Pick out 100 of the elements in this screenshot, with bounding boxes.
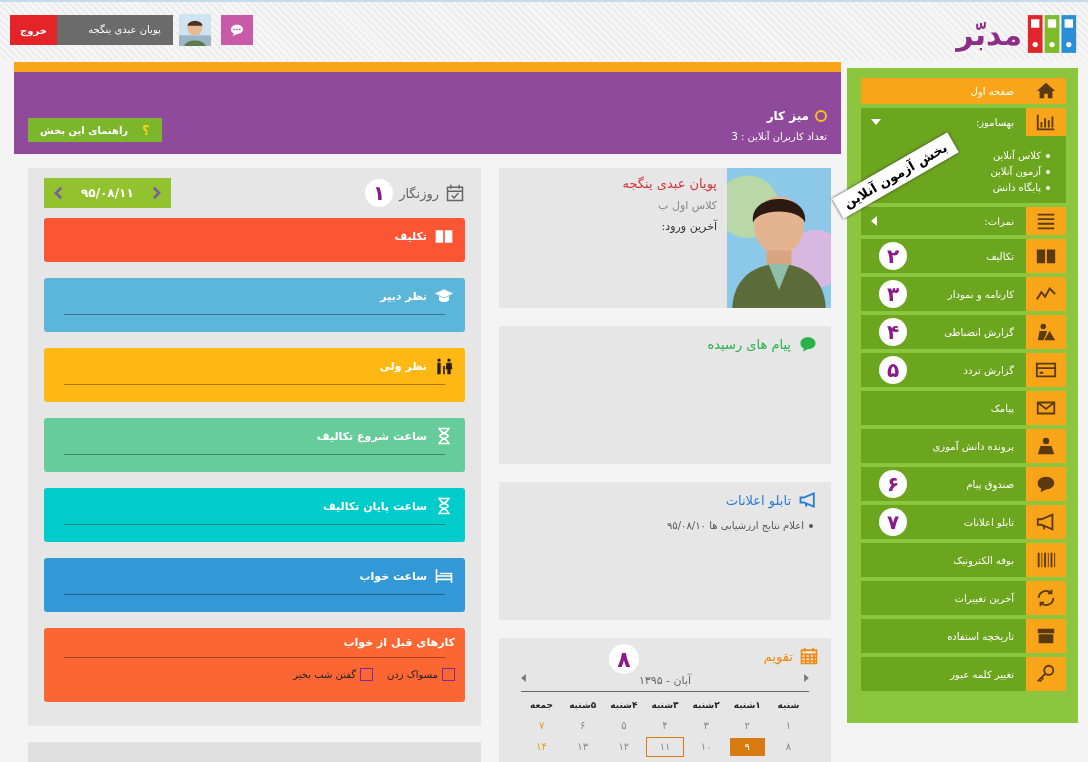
circle-icon xyxy=(815,110,827,122)
sidebar-item[interactable]: تغییر کلمه عبور xyxy=(861,657,1066,691)
calendar-check-icon xyxy=(445,183,465,203)
person-warning-icon xyxy=(1035,321,1057,343)
sidebar-label: گزارش انضباطی xyxy=(944,326,1014,338)
sidebar-label: تکالیف xyxy=(986,250,1014,262)
calendar-day[interactable]: ۱۴ xyxy=(524,738,560,756)
calendar-day[interactable]: ۱۲ xyxy=(606,738,642,756)
caret-left-icon xyxy=(871,216,877,226)
weekday-header: ۵شنبه xyxy=(568,699,598,712)
checkbox[interactable] xyxy=(442,668,455,681)
next-month-arrow[interactable] xyxy=(521,674,526,682)
task-label: گفتن شب بخیر xyxy=(293,669,356,680)
sidebar-item[interactable]: تابلو اعلانات ۷ xyxy=(861,505,1066,539)
last-login-text: آخرین ورود: xyxy=(660,220,717,233)
calendar-day[interactable]: ۲ xyxy=(729,717,765,735)
number-badge: ۴ xyxy=(879,318,907,346)
sidebar-label: صندوق پیام xyxy=(966,478,1014,490)
notices-title: تابلو اعلانات xyxy=(725,492,791,508)
calendar-title: تقویم xyxy=(763,648,793,664)
sidebar-item[interactable]: تکالیف ۲ xyxy=(861,239,1066,273)
sidebar-item[interactable]: کارنامه و نمودار ۳ xyxy=(861,277,1066,311)
number-badge: ۵ xyxy=(879,356,907,384)
weekday-header: ۱شنبه xyxy=(732,699,762,712)
logo-text: مدبّر xyxy=(956,16,1022,52)
user-name: پویان عبدی ینگجه xyxy=(56,15,173,45)
sidebar-label: بوفه الکترونیک xyxy=(953,554,1014,566)
page-title: میز کار xyxy=(766,109,809,123)
sidebar-label: پیامک xyxy=(990,402,1014,414)
number-badge: ۷ xyxy=(879,508,907,536)
submenu-item[interactable]: آزمون آنلاین xyxy=(990,166,1041,177)
bullet-icon xyxy=(1046,185,1050,190)
sidebar-item[interactable]: صندوق پیام ۶ xyxy=(861,467,1066,501)
key-icon xyxy=(1035,663,1057,685)
card-title: ساعت پایان تکالیف xyxy=(322,499,427,513)
card-title: ساعت خواب xyxy=(359,569,427,583)
bullet-icon xyxy=(809,523,813,528)
month-title: آبان - ۱۳۹۵ xyxy=(638,674,692,687)
notice-item[interactable]: اعلام نتایج ارزشیابی ها ۹۵/۰۸/۱۰ xyxy=(667,520,804,531)
sidebar-label: آخرین تغییرات xyxy=(954,592,1014,604)
logout-button[interactable]: خروج xyxy=(10,15,57,45)
weekday-header: شنبه xyxy=(776,699,801,712)
sidebar-label: نمرات: xyxy=(984,215,1014,227)
bullet-icon xyxy=(1046,153,1050,158)
calendar-day[interactable]: ۳ xyxy=(688,717,724,735)
sidebar-label: تغییر کلمه عبور xyxy=(950,668,1014,680)
sidebar-label: پرونده دانش آموزی xyxy=(932,440,1014,452)
calendar-day[interactable]: ۱۰ xyxy=(688,738,724,756)
sidebar-label: تابلو اعلانات xyxy=(963,516,1014,528)
number-badge: ۳ xyxy=(879,280,907,308)
sidebar-item[interactable]: بوفه الکترونیک xyxy=(861,543,1066,577)
date-text: ۹۵/۰۸/۱۱ xyxy=(81,186,134,200)
calendar-day[interactable]: ۹ xyxy=(729,738,765,756)
sidebar-item[interactable]: گزارش انضباطی ۴ xyxy=(861,315,1066,349)
calendar-day[interactable]: ۱۱ xyxy=(647,738,683,756)
folders-icon xyxy=(1026,13,1078,55)
sidebar-item[interactable]: صفحه اول xyxy=(861,78,1066,104)
sidebar-label: بهساموز: xyxy=(975,116,1014,128)
card-title: کارهای قبل از خواب xyxy=(343,636,455,649)
sidebar-item[interactable]: پرونده دانش آموزی xyxy=(861,429,1066,463)
submenu-item[interactable]: کلاس آنلاین xyxy=(992,150,1041,161)
refresh-icon xyxy=(1035,587,1057,609)
calendar-day[interactable]: ۱ xyxy=(770,717,806,735)
calendar-day[interactable]: ۴ xyxy=(647,717,683,735)
caret-down-icon xyxy=(871,119,881,125)
previous-month-arrow[interactable] xyxy=(804,674,809,682)
calendar-day[interactable]: ۸ xyxy=(770,738,806,756)
sidebar-group[interactable]: بهساموز: xyxy=(861,108,1066,136)
class-text: کلاس اول ب xyxy=(657,199,717,212)
calendar-day[interactable]: ۵ xyxy=(606,717,642,735)
sidebar-item[interactable]: گزارش تردد ۵ xyxy=(861,353,1066,387)
bed-icon xyxy=(433,566,455,586)
student-name: پویان عبدی ینگجه xyxy=(622,176,717,191)
card-title: نظر ولی xyxy=(379,359,427,373)
sidebar-item[interactable]: آخرین تغییرات xyxy=(861,581,1066,615)
sidebar-item[interactable]: پیامک xyxy=(861,391,1066,425)
submenu-item[interactable]: پایگاه دانش xyxy=(992,182,1041,193)
chat-button[interactable] xyxy=(220,15,253,45)
card-title: تکلیف xyxy=(394,229,427,243)
card-title: ساعت شروع تکالیف xyxy=(316,429,427,443)
help-button[interactable]: ؟ راهنمای این بخش xyxy=(28,118,162,142)
calendar-day[interactable]: ۶ xyxy=(565,717,601,735)
weekday-header: ۲شنبه xyxy=(691,699,721,712)
calendar-day[interactable]: ۱۳ xyxy=(565,738,601,756)
sidebar-label: گزارش تردد xyxy=(963,364,1014,376)
number-badge: ۶ xyxy=(879,470,907,498)
number-badge: ۸ xyxy=(609,644,639,674)
checkbox[interactable] xyxy=(360,668,373,681)
messages-title: پیام های رسیده xyxy=(707,336,791,352)
weekday-header: ۴شنبه xyxy=(609,699,639,712)
sidebar-label: تاریخچه استفاده xyxy=(947,630,1014,642)
person-icon xyxy=(1035,435,1057,457)
weekday-header: جمعه xyxy=(529,699,555,712)
sidebar-item[interactable]: تاریخچه استفاده xyxy=(861,619,1066,653)
online-users-text: تعداد کاربران آنلاین : 3 xyxy=(731,131,827,142)
calendar-icon xyxy=(799,646,819,666)
calendar-day[interactable]: ۷ xyxy=(524,717,560,735)
sidebar-group[interactable]: نمرات: xyxy=(861,207,1066,235)
number-badge: ۲ xyxy=(879,242,907,270)
journal-title: روزنگار xyxy=(399,185,439,201)
